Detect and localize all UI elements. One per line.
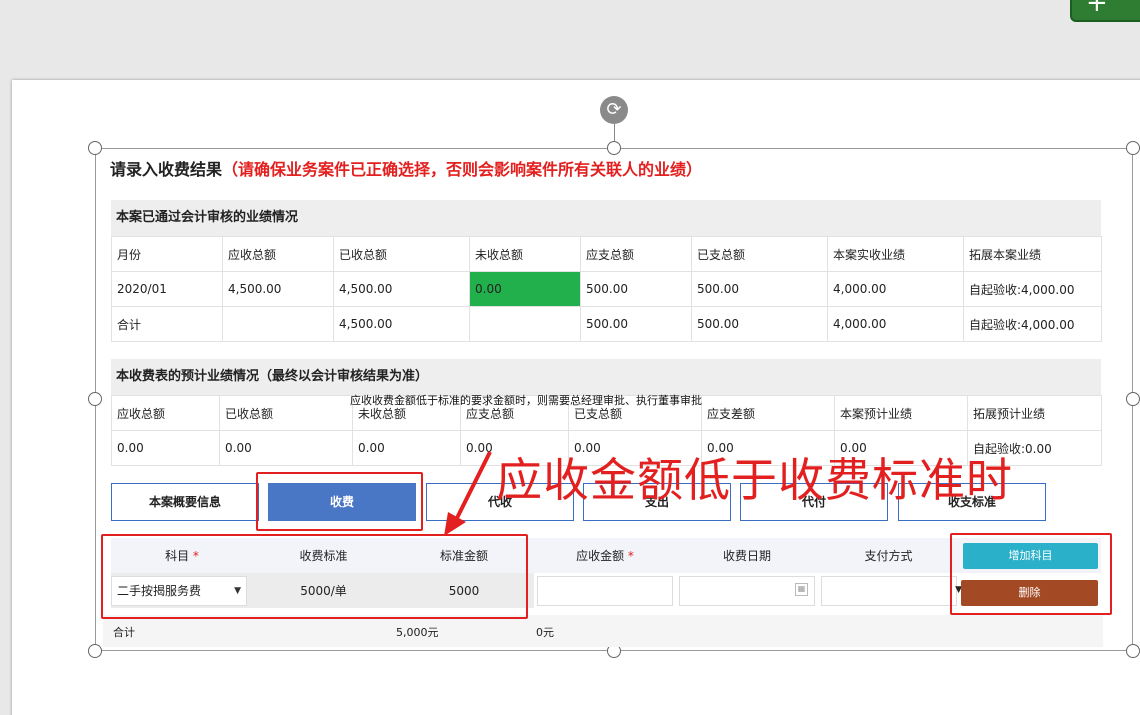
resize-handle-bottom-left[interactable] (88, 644, 102, 658)
column-header: 应支总额 (580, 236, 692, 272)
table-cell: 500.00 (580, 306, 692, 342)
page-title-main: 请录入收费结果 (110, 160, 223, 179)
table-cell: 0.00 (111, 430, 220, 466)
rotate-stem (614, 124, 615, 142)
table-header-row: 月份 应收总额 已收总额 未收总额 应支总额 已支总额 本案实收业绩 拓展本案业… (111, 236, 1102, 272)
resize-handle-top[interactable] (607, 141, 621, 155)
annotation-text: 应收金额低于收费标准时 (496, 453, 1013, 507)
resize-handle-left[interactable] (88, 392, 102, 406)
table-cell: 4,000.00 (827, 271, 964, 307)
table-cell: 4,500.00 (333, 306, 470, 342)
receivable-input[interactable] (537, 575, 673, 606)
table-cell (469, 306, 581, 342)
resize-handle-right[interactable] (1126, 392, 1140, 406)
column-header: 应收总额 (222, 236, 334, 272)
required-mark: * (627, 549, 634, 563)
date-cell: ▦ (676, 573, 818, 608)
approval-note: 应收收费金额低于标准的要求金额时，则需要总经理审批、执行董事审批 (350, 394, 702, 407)
table-cell-highlight: 0.00 (469, 271, 581, 307)
table-cell: 合计 (111, 306, 223, 342)
column-header: 已收总额 (333, 236, 470, 272)
corner-add-button[interactable]: + (1070, 0, 1140, 22)
totals-row: 合计 5,000元 0元 (103, 615, 1103, 647)
table-cell: 4,500.00 (333, 271, 470, 307)
estimate-section-heading: 本收费表的预计业绩情况（最终以会计审核结果为准） (111, 359, 1101, 395)
receivable-cell (534, 573, 676, 608)
annotation-box-fee-row (101, 534, 528, 619)
table-cell: 500.00 (691, 306, 828, 342)
table-row-total: 合计 4,500.00 500.00 500.00 4,000.00 自起验收:… (111, 306, 1102, 342)
table-cell: 2020/01 (111, 271, 223, 307)
table-cell: 4,000.00 (827, 306, 964, 342)
column-header: 拓展预计业绩 (967, 395, 1102, 431)
table-cell: 500.00 (691, 271, 828, 307)
column-header: 本案预计业绩 (834, 395, 968, 431)
audited-section-heading: 本案已通过会计审核的业绩情况 (111, 200, 1101, 236)
tab-summary[interactable]: 本案概要信息 (111, 483, 259, 521)
resize-handle-top-right[interactable] (1126, 141, 1140, 155)
payment-cell: ▼ (818, 573, 962, 608)
table-cell: 4,500.00 (222, 271, 334, 307)
column-header: 未收总额 (469, 236, 581, 272)
table-cell: 自起验收:4,000.00 (963, 271, 1102, 307)
table-cell: 自起验收:4,000.00 (963, 306, 1102, 342)
table-cell: 500.00 (580, 271, 692, 307)
totals-label: 合计 (113, 626, 135, 639)
date-input[interactable]: ▦ (679, 575, 815, 606)
annotation-box-buttons (950, 533, 1112, 615)
annotation-box-fee-tab (256, 472, 423, 531)
rotate-handle-icon[interactable]: ⟳ (600, 96, 628, 124)
receivable-total: 0元 (536, 626, 554, 639)
payment-select[interactable]: ▼ (821, 575, 962, 606)
standard-total: 5,000元 (396, 626, 439, 639)
page-title-warning: （请确保业务案件已正确选择，否则会影响案件所有关联人的业绩） (222, 160, 703, 179)
column-header: 本案实收业绩 (827, 236, 964, 272)
page-title: 请录入收费结果（请确保业务案件已正确选择，否则会影响案件所有关联人的业绩） (110, 156, 702, 180)
table-row: 2020/01 4,500.00 4,500.00 0.00 500.00 50… (111, 271, 1102, 307)
column-header: 月份 (111, 236, 223, 272)
column-header: 已支总额 (691, 236, 828, 272)
column-header: 应收总额 (111, 395, 220, 431)
column-header-date: 收费日期 (676, 538, 818, 573)
resize-handle-bottom-right[interactable] (1126, 644, 1140, 658)
calendar-icon[interactable]: ▦ (795, 582, 808, 596)
annotation-arrow-icon (444, 451, 492, 536)
resize-handle-top-left[interactable] (88, 141, 102, 155)
column-header: 应支差额 (701, 395, 835, 431)
column-header-payment: 支付方式 (818, 538, 959, 573)
column-header-receivable: 应收金额 * (534, 538, 676, 573)
column-header: 已收总额 (219, 395, 353, 431)
column-header: 拓展本案业绩 (963, 236, 1102, 272)
audited-table: 月份 应收总额 已收总额 未收总额 应支总额 已支总额 本案实收业绩 拓展本案业… (111, 236, 1102, 342)
table-cell (222, 306, 334, 342)
table-cell: 0.00 (219, 430, 353, 466)
receivable-label: 应收金额 (576, 549, 625, 563)
